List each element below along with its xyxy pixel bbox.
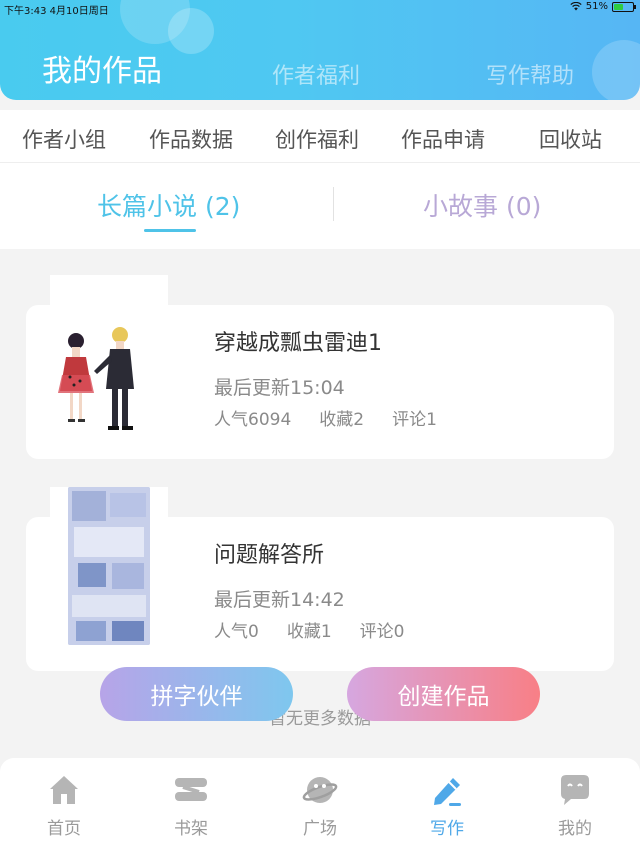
- nav-item-square[interactable]: 广场: [275, 758, 365, 853]
- header-tab-my-works[interactable]: 我的作品: [42, 46, 162, 90]
- work-last-update: 最后更新14:42: [214, 589, 345, 611]
- pen-icon: [434, 778, 461, 806]
- tab-novels[interactable]: 长篇小说 (2): [97, 187, 240, 223]
- work-popularity: 人气0: [214, 622, 259, 642]
- nav-label: 写作: [430, 819, 464, 839]
- subnav-creation-benefits[interactable]: 创作福利: [275, 124, 359, 154]
- cover-illustration: [58, 327, 134, 430]
- cover-image[interactable]: [68, 487, 150, 645]
- battery-icon: [612, 1, 636, 12]
- header-tab-author-benefits[interactable]: 作者福利: [272, 58, 360, 90]
- word-partner-button[interactable]: 拼字伙伴: [100, 667, 293, 721]
- work-favorites: 收藏1: [286, 622, 332, 642]
- work-card[interactable]: 问题解答所 最后更新14:42 人气0 收藏1 评论0: [26, 487, 614, 671]
- list-end-text: 暂无更多数据: [269, 709, 371, 729]
- work-stats: 人气6094 收藏2 评论1: [214, 405, 437, 430]
- work-title[interactable]: 问题解答所: [214, 537, 324, 569]
- nav-label: 书架: [174, 819, 208, 839]
- work-comments: 评论1: [392, 410, 437, 430]
- nav-item-bookshelf[interactable]: 书架: [146, 758, 236, 853]
- nav-label: 广场: [303, 819, 337, 839]
- nav-label: 我的: [558, 819, 592, 839]
- nav-item-home[interactable]: 首页: [19, 758, 109, 853]
- decor-bubble: [592, 40, 640, 100]
- subnav-recycle-bin[interactable]: 回收站: [539, 124, 602, 154]
- work-comments: 评论0: [359, 622, 405, 642]
- cover-image[interactable]: [50, 319, 146, 437]
- status-bar: 下午3:43 4月10日周日 51%: [0, 0, 640, 17]
- work-last-update: 最后更新15:04: [214, 377, 345, 399]
- cover-collage: [68, 487, 150, 645]
- work-type-tabs: 长篇小说 (2) 小故事 (0): [0, 163, 640, 249]
- tab-short-stories[interactable]: 小故事 (0): [423, 187, 541, 223]
- nav-label: 首页: [47, 819, 81, 839]
- bookshelf-icon: [175, 778, 207, 801]
- app-header: 下午3:43 4月10日周日 51% 我的作品 作者福利 写作帮助: [0, 0, 640, 100]
- wifi-icon: [570, 2, 582, 11]
- tab-divider: [333, 187, 334, 221]
- active-tab-indicator: [144, 229, 196, 232]
- subnav-works-application[interactable]: 作品申请: [401, 124, 485, 154]
- create-work-button[interactable]: 创建作品: [347, 667, 540, 721]
- work-card[interactable]: 穿越成瓢虫雷迪1 最后更新15:04 人气6094 收藏2 评论1: [26, 305, 614, 459]
- work-popularity: 人气6094: [214, 410, 292, 430]
- nav-item-write[interactable]: 写作: [402, 758, 492, 853]
- sub-nav: 作者小组 作品数据 创作福利 作品申请 回收站: [0, 110, 640, 162]
- nav-item-mine[interactable]: 我的: [530, 758, 620, 853]
- work-favorites: 收藏2: [319, 410, 365, 430]
- bottom-nav: 首页 书架 广场 写作 我的: [0, 758, 640, 853]
- subnav-author-group[interactable]: 作者小组: [22, 124, 106, 154]
- home-icon: [50, 776, 78, 804]
- profile-chat-icon: [561, 775, 589, 805]
- work-stats: 人气0 收藏1 评论0: [214, 617, 404, 642]
- planet-icon: [302, 777, 338, 803]
- header-tab-writing-help[interactable]: 写作帮助: [486, 58, 574, 90]
- work-title[interactable]: 穿越成瓢虫雷迪1: [214, 325, 382, 357]
- subnav-works-data[interactable]: 作品数据: [149, 124, 233, 154]
- status-time-date: 下午3:43 4月10日周日: [4, 6, 109, 17]
- battery-percent: 51%: [585, 1, 608, 12]
